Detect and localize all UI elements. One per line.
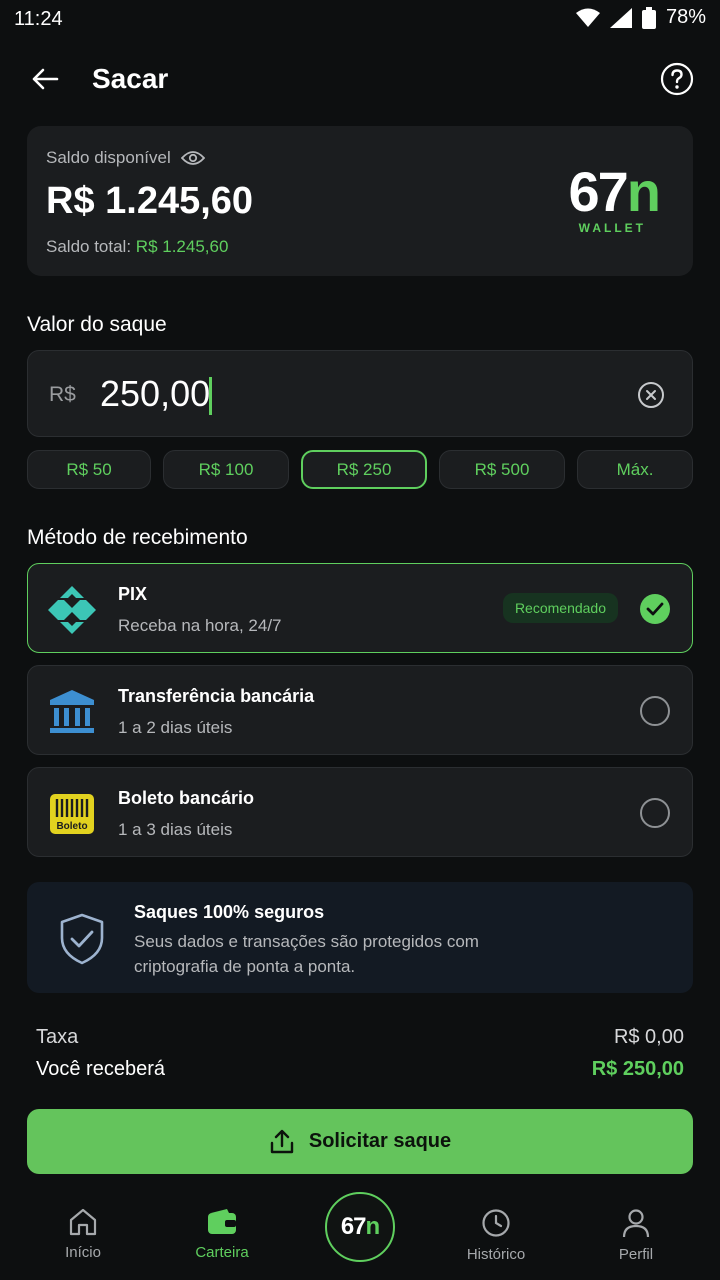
clear-button[interactable] — [637, 381, 665, 409]
page-title: Sacar — [92, 63, 169, 94]
eye-icon[interactable] — [180, 150, 205, 166]
method-boleto[interactable]: Boleto Boleto bancário 1 a 3 dias úteis — [27, 767, 693, 857]
request-withdraw-button[interactable]: Solicitar saque — [27, 1109, 693, 1174]
method-title: Transferência bancária — [118, 686, 315, 706]
nav-item-history[interactable]: Histórico — [441, 1208, 551, 1263]
balance-card: Saldo disponível R$ 1.245,60 Saldo total… — [27, 126, 693, 276]
method-title: PIX — [118, 584, 148, 604]
status-time: 11:24 — [14, 8, 63, 30]
help-button[interactable] — [660, 62, 694, 96]
balance-total-label: Saldo total: — [46, 237, 132, 256]
battery-icon — [641, 6, 656, 29]
method-section-title: Método de recebimento — [27, 526, 248, 549]
request-withdraw-label: Solicitar saque — [308, 1130, 452, 1152]
arrow-left-icon — [32, 68, 59, 90]
radio-unselected[interactable] — [640, 798, 670, 828]
wifi-icon — [575, 8, 600, 27]
method-pix[interactable]: PIX Receba na hora, 24/7 Recomendado — [27, 563, 693, 653]
balance-label: Saldo disponível — [46, 148, 171, 167]
fee-value: R$ 0,00 — [613, 1026, 684, 1048]
receive-label: Você receberá — [36, 1058, 165, 1080]
check-icon — [646, 602, 664, 616]
battery-level: 78% — [665, 6, 706, 28]
pix-icon — [48, 586, 96, 634]
method-subtitle: 1 a 2 dias úteis — [118, 718, 233, 737]
chip-50[interactable]: R$ 50 — [27, 450, 151, 489]
amount-chips: R$ 50 R$ 100 R$ 250 R$ 500 Máx. — [27, 450, 693, 490]
currency-prefix: R$ — [49, 383, 76, 406]
nav-center-n: n — [365, 1213, 381, 1240]
bottom-nav: Início Carteira 67 n Histórico Perfil — [0, 1186, 720, 1280]
upload-icon — [270, 1129, 294, 1153]
nav-label: Início — [65, 1244, 101, 1261]
method-subtitle: Receba na hora, 24/7 — [118, 616, 282, 635]
chip-250[interactable]: R$ 250 — [301, 450, 427, 489]
wallet-icon — [208, 1209, 236, 1234]
method-bank-transfer[interactable]: Transferência bancária 1 a 2 dias úteis — [27, 665, 693, 755]
shield-check-icon — [60, 913, 104, 965]
status-icons: 78% — [575, 6, 706, 29]
amount-input[interactable] — [100, 373, 560, 415]
signal-icon — [609, 7, 632, 28]
chip-500[interactable]: R$ 500 — [439, 450, 565, 489]
clear-icon — [638, 382, 664, 408]
radio-selected[interactable] — [640, 594, 670, 624]
security-body: Seus dados e transações são protegidos c… — [134, 932, 479, 976]
home-icon — [69, 1208, 97, 1236]
wallet-logo-sub: WALLET — [578, 221, 646, 235]
nav-label: Perfil — [618, 1246, 654, 1263]
nav-item-profile[interactable]: Perfil — [581, 1208, 691, 1263]
radio-unselected[interactable] — [640, 696, 670, 726]
method-title: Boleto bancário — [118, 788, 255, 808]
nav-center-number: 67 — [340, 1213, 367, 1240]
fee-label: Taxa — [36, 1026, 79, 1048]
bank-icon — [50, 690, 94, 733]
balance-label-row: Saldo disponível — [46, 148, 205, 168]
security-note: Saques 100% seguros Seus dados e transaç… — [27, 882, 693, 993]
nav-item-home[interactable]: Início — [28, 1208, 138, 1261]
amount-field[interactable]: R$ — [27, 350, 693, 437]
svg-text:Boleto: Boleto — [56, 821, 87, 832]
help-icon — [660, 62, 694, 96]
balance-total: Saldo total: R$ 1.245,60 — [46, 237, 228, 257]
logo-n: n — [626, 160, 661, 223]
method-subtitle: 1 a 3 dias úteis — [118, 820, 233, 839]
profile-icon — [622, 1209, 650, 1238]
logo-number: 67 — [568, 160, 628, 223]
nav-label: Histórico — [466, 1246, 526, 1263]
nav-center-logo-button[interactable]: 67 n — [325, 1192, 395, 1262]
back-button[interactable] — [28, 62, 62, 96]
chip-max[interactable]: Máx. — [577, 450, 693, 489]
wallet-logo: 67n — [568, 164, 661, 220]
chip-100[interactable]: R$ 100 — [163, 450, 289, 489]
amount-section-title: Valor do saque — [27, 313, 167, 336]
receive-value: R$ 250,00 — [591, 1058, 684, 1080]
recommended-badge: Recomendado — [502, 593, 618, 623]
nav-label: Carteira — [195, 1244, 249, 1261]
boleto-icon: Boleto — [50, 794, 94, 834]
history-icon — [482, 1209, 510, 1237]
balance-total-value: R$ 1.245,60 — [135, 237, 229, 256]
security-title: Saques 100% seguros — [134, 902, 325, 922]
text-caret — [209, 377, 212, 415]
balance-value: R$ 1.245,60 — [46, 180, 254, 222]
nav-item-wallet[interactable]: Carteira — [167, 1208, 277, 1261]
